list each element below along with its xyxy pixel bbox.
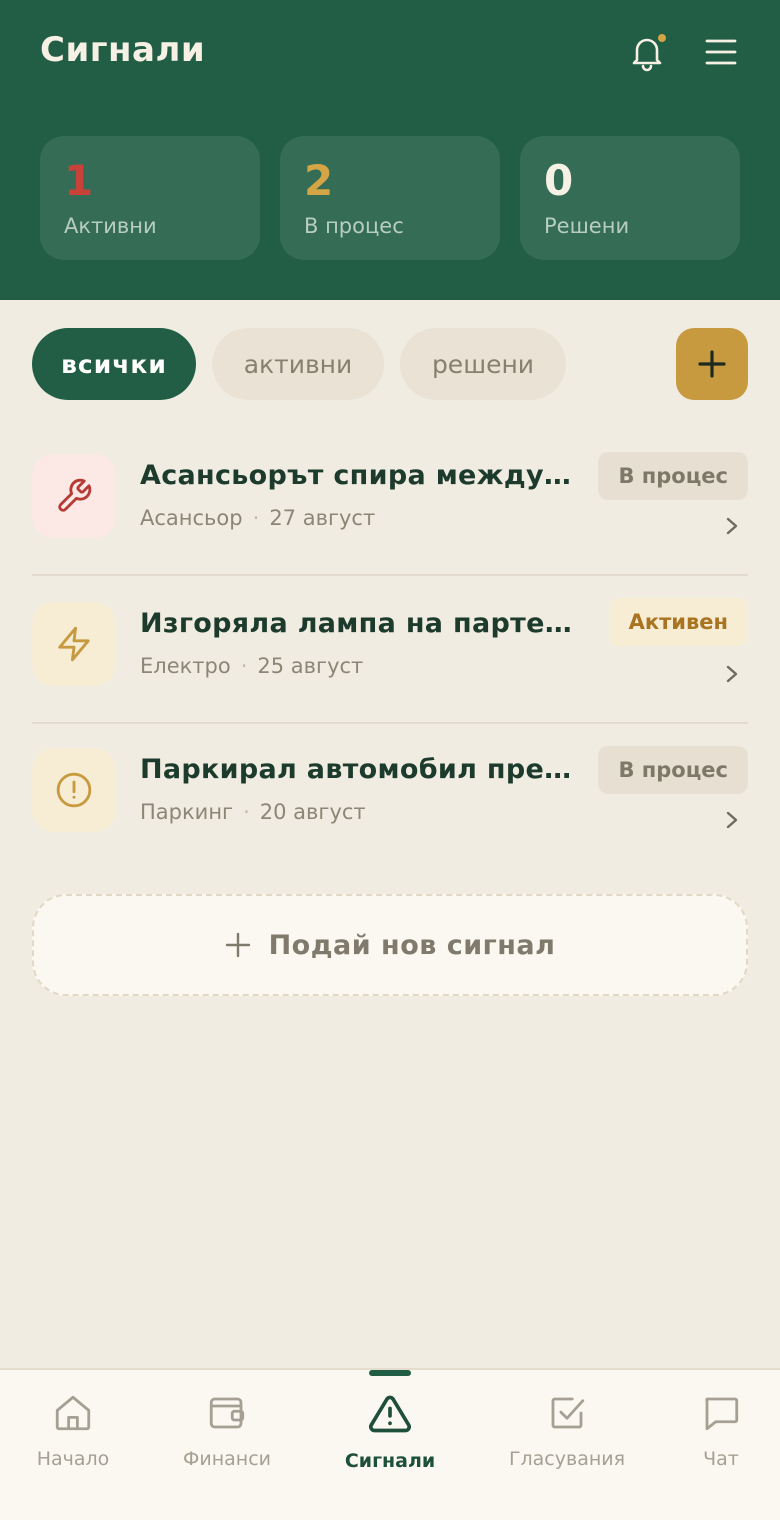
- chat-icon: [705, 1397, 739, 1431]
- meta-separator: ·: [243, 800, 250, 824]
- nav-item-voting[interactable]: Гласувания: [492, 1392, 642, 1470]
- stat-label: Решени: [544, 214, 630, 238]
- filter-chip-all[interactable]: всички: [32, 328, 196, 400]
- item-category: Електро: [140, 654, 231, 678]
- filter-chip-active[interactable]: активни: [212, 328, 384, 400]
- chevron-right-icon: [726, 665, 738, 683]
- stat-card-resolved[interactable]: 0 Решени: [520, 136, 740, 260]
- checkbox-icon: [551, 1397, 585, 1429]
- item-meta: Асансьор · 27 август: [140, 506, 375, 530]
- list-item[interactable]: Изгоряла лампа на партера Електро · 25 авг…: [32, 578, 748, 724]
- home-icon: [55, 1395, 91, 1431]
- stat-label: Активни: [64, 214, 157, 238]
- item-meta: Електро · 25 август: [140, 654, 363, 678]
- item-icon-container: [32, 602, 116, 686]
- meta-separator: ·: [240, 654, 248, 678]
- item-icon-container: [32, 748, 116, 832]
- notification-dot: [658, 34, 666, 42]
- menu-icon[interactable]: [703, 34, 739, 70]
- page-title: Сигнали: [40, 30, 206, 70]
- stat-card-in-progress[interactable]: 2 В процес: [280, 136, 500, 260]
- new-signal-label: Подай нов сигнал: [268, 929, 556, 961]
- item-title: Паркирал автомобил пред входа: [140, 754, 580, 785]
- item-date: 25 август: [257, 654, 364, 678]
- nav-label: Сигнали: [344, 1450, 436, 1472]
- warning-icon: [369, 1395, 411, 1433]
- item-meta: Паркинг · 20 август: [140, 800, 366, 824]
- nav-label: Чат: [703, 1448, 739, 1470]
- bottom-nav: Начало Финанси Сигнали Гласувания Чат: [0, 1368, 780, 1520]
- status-badge: В процес: [598, 452, 748, 500]
- nav-item-finance[interactable]: Финанси: [152, 1392, 302, 1470]
- nav-label: Начало: [36, 1448, 110, 1470]
- plus-icon: [225, 932, 250, 958]
- stat-value: 2: [304, 156, 334, 205]
- stat-value: 0: [544, 156, 574, 205]
- nav-label: Финанси: [183, 1448, 271, 1470]
- stat-card-active[interactable]: 1 Активни: [40, 136, 260, 260]
- item-category: Паркинг: [140, 800, 234, 824]
- item-date: 20 август: [259, 800, 366, 824]
- item-title: Изгоряла лампа на партера: [140, 608, 580, 639]
- filter-chip-resolved[interactable]: решени: [400, 328, 566, 400]
- alert-circle-icon: [56, 772, 92, 808]
- header: Сигнали 1 Активни 2 В процес 0 Решени: [0, 0, 780, 300]
- meta-separator: ·: [252, 506, 260, 530]
- stat-value: 1: [64, 156, 94, 205]
- active-tab-indicator: [369, 1370, 411, 1376]
- item-category: Асансьор: [140, 506, 243, 530]
- list-item[interactable]: Асансьорът спира между етажите Асансьор ·…: [32, 430, 748, 576]
- divider: [32, 574, 748, 576]
- nav-label: Гласувания: [508, 1448, 626, 1470]
- new-signal-button[interactable]: Подай нов сигнал: [32, 894, 748, 996]
- lightning-icon: [58, 626, 90, 662]
- stat-label: В процес: [304, 214, 404, 238]
- list-item[interactable]: Паркирал автомобил пред входа Паркинг · 20…: [32, 724, 748, 870]
- item-title: Асансьорът спира между етажите: [140, 460, 580, 491]
- wallet-icon: [209, 1397, 245, 1429]
- item-date: 27 август: [269, 506, 376, 530]
- item-icon-container: [32, 454, 116, 538]
- status-badge: В процес: [598, 746, 748, 794]
- chevron-right-icon: [726, 517, 738, 535]
- nav-item-home[interactable]: Начало: [0, 1392, 148, 1470]
- nav-item-chat[interactable]: Чат: [646, 1392, 780, 1470]
- nav-item-signals[interactable]: Сигнали: [315, 1392, 465, 1472]
- chevron-right-icon: [726, 811, 738, 829]
- add-signal-button[interactable]: [676, 328, 748, 400]
- wrench-icon: [58, 478, 92, 512]
- status-badge: Активен: [608, 598, 748, 646]
- plus-icon: [698, 350, 726, 378]
